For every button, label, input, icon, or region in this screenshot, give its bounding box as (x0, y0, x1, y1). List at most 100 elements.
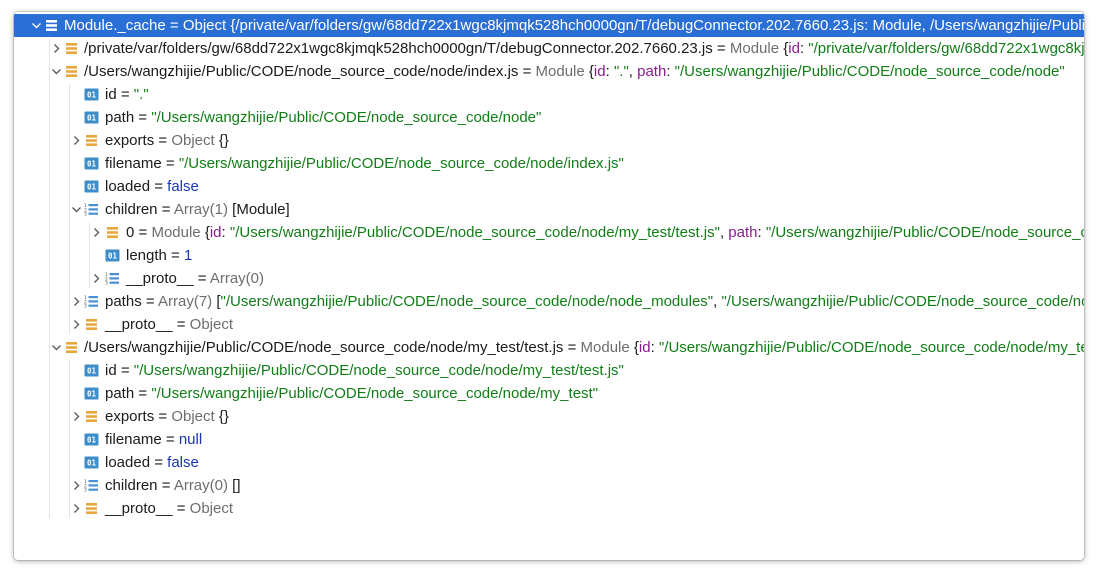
equals-sign: = (134, 385, 152, 402)
variable-type: Object (189, 500, 234, 517)
variable-type: Object (189, 316, 234, 333)
tree-row[interactable]: 0 = Module {id: "/Users/wangzhijie/Publi… (14, 221, 1084, 244)
variable-type: Object (182, 17, 227, 34)
tree-row[interactable]: 01 loaded = false (14, 175, 1084, 198)
tree-row[interactable]: /Users/wangzhijie/Public/CODE/node_sourc… (14, 60, 1084, 83)
value-segment: false (167, 178, 199, 195)
chevron-right-icon[interactable] (68, 313, 84, 336)
tree-row[interactable]: 1 2 3 children = Array(1) [Module] (14, 198, 1084, 221)
row-text: __proto__ = Array(0) (126, 267, 264, 290)
tree-row[interactable]: exports = Object {} (14, 129, 1084, 152)
equals-sign: = (150, 178, 168, 195)
chevron-right-icon[interactable] (68, 129, 84, 152)
tree-row[interactable]: 01 loaded = false (14, 451, 1084, 474)
value-segment: "/Users/wangzhijie/Public/CODE/node_sour… (658, 339, 1084, 356)
chevron-right-icon[interactable] (68, 290, 84, 313)
svg-text:01: 01 (87, 183, 97, 192)
equals-sign: = (161, 155, 179, 172)
row-text: exports = Object {} (105, 129, 229, 152)
variable-name: __proto__ (105, 500, 173, 517)
tree-row[interactable]: __proto__ = Object (14, 313, 1084, 336)
value-segment: "/Users/wangzhijie/Public/CODE/node_sour… (151, 109, 542, 126)
variable-name: children (105, 477, 158, 494)
primitive-icon: 01 (84, 179, 99, 194)
value-segment: id (209, 224, 222, 241)
equals-sign: = (154, 132, 172, 149)
value-segment: "/Users/wangzhijie/Public/CODE/node_sour… (220, 293, 714, 310)
chevron-right-icon[interactable] (68, 497, 84, 520)
row-text: exports = Object {} (105, 405, 229, 428)
object-icon (84, 133, 99, 148)
variable-name: exports (105, 408, 155, 425)
primitive-icon: 01 (84, 87, 99, 102)
tree-row[interactable]: 01 filename = null (14, 428, 1084, 451)
object-icon (105, 225, 120, 240)
chevron-down-icon[interactable] (48, 336, 64, 359)
equals-sign: = (172, 500, 190, 517)
array-icon: 123 (84, 294, 99, 309)
row-text: path = "/Users/wangzhijie/Public/CODE/no… (105, 382, 598, 405)
tree-row[interactable]: /Users/wangzhijie/Public/CODE/node_sourc… (14, 336, 1084, 359)
row-text: loaded = false (105, 451, 199, 474)
tree-row[interactable]: /private/var/folders/gw/68dd722x1wgc8kjm… (14, 37, 1084, 60)
row-text: id = "/Users/wangzhijie/Public/CODE/node… (105, 359, 624, 382)
primitive-icon: 01 (84, 386, 99, 401)
row-text: Module._cache = Object {/private/var/fol… (64, 14, 1084, 37)
value-segment: "/Users/wangzhijie/Public/CODE/node_sour… (721, 293, 1084, 310)
equals-sign: = (161, 431, 179, 448)
row-text: 0 = Module {id: "/Users/wangzhijie/Publi… (126, 221, 1084, 244)
object-icon (64, 340, 79, 355)
row-text: id = "." (105, 83, 149, 106)
equals-sign: = (563, 339, 581, 356)
value-segment: : (666, 63, 675, 80)
tree-row[interactable]: 1 2 3 __proto__ = Array(0) (14, 267, 1084, 290)
variable-name: children (105, 201, 158, 218)
array-icon: 123 (84, 202, 99, 217)
tree-row[interactable]: 1 2 3 paths = Array(7) ["/Users/wangzhijie/… (14, 290, 1084, 313)
value-segment: null (178, 431, 203, 448)
chevron-right-icon[interactable] (88, 221, 104, 244)
variable-name: path (105, 385, 135, 402)
tree-row[interactable]: 1 2 3 children = Array(0) [] (14, 474, 1084, 497)
tree-row[interactable]: 01 filename = "/Users/wangzhijie/Public/C… (14, 152, 1084, 175)
row-text: /private/var/folders/gw/68dd722x1wgc8kjm… (84, 37, 1084, 60)
svg-text:3: 3 (84, 212, 87, 217)
chevron-right-icon[interactable] (68, 405, 84, 428)
variable-name: /private/var/folders/gw/68dd722x1wgc8kjm… (84, 40, 713, 57)
chevron-down-icon[interactable] (28, 14, 44, 37)
row-text: length = 1 (126, 244, 192, 267)
value-segment: "/Users/wangzhijie/Public/CODE/node_sour… (229, 224, 720, 241)
equals-sign: = (134, 109, 152, 126)
svg-text:01: 01 (108, 252, 118, 261)
svg-text:01: 01 (87, 114, 97, 123)
variable-name: /Users/wangzhijie/Public/CODE/node_sourc… (84, 63, 519, 80)
tree-row[interactable]: 01 id = "/Users/wangzhijie/Public/CODE/no… (14, 359, 1084, 382)
tree-row[interactable]: 01 path = "/Users/wangzhijie/Public/CODE/… (14, 382, 1084, 405)
tree-row[interactable]: __proto__ = Object (14, 497, 1084, 520)
svg-text:01: 01 (87, 390, 97, 399)
tree-row[interactable]: 01 id = "." (14, 83, 1084, 106)
equals-sign: = (134, 224, 152, 241)
chevron-right-icon[interactable] (88, 267, 104, 290)
equals-sign: = (172, 316, 190, 333)
value-segment: "/Users/wangzhijie/Public/CODE/node_sour… (765, 224, 1084, 241)
tree-row[interactable]: 01 path = "/Users/wangzhijie/Public/CODE/… (14, 106, 1084, 129)
svg-text:01: 01 (87, 91, 97, 100)
equals-sign: = (166, 247, 184, 264)
value-segment: id (638, 339, 651, 356)
tree-row[interactable]: exports = Object {} (14, 405, 1084, 428)
value-segment: "/private/var/folders/gw/68dd722x1wgc8kj… (808, 40, 1084, 57)
equals-sign: = (193, 270, 210, 287)
equals-sign: = (154, 408, 172, 425)
tree-row-selected[interactable]: Module._cache = Object {/private/var/fol… (14, 14, 1084, 37)
chevron-down-icon[interactable] (48, 60, 64, 83)
row-text: filename = null (105, 428, 202, 451)
chevron-down-icon[interactable] (68, 198, 84, 221)
tree-row[interactable]: 01 length = 1 (14, 244, 1084, 267)
value-segment: {} (218, 408, 229, 425)
chevron-right-icon[interactable] (48, 37, 64, 60)
chevron-right-icon[interactable] (68, 474, 84, 497)
primitive-icon: 01 (84, 156, 99, 171)
value-segment: [Module] (232, 201, 290, 218)
primitive-icon: 01 (105, 248, 120, 263)
